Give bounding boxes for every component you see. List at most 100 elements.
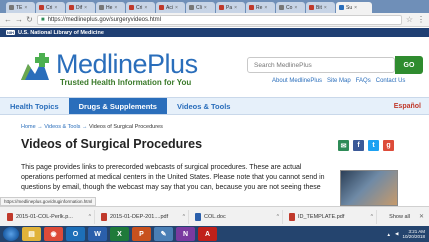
chrome-icon[interactable]: ◉ [44,227,63,241]
logo-tagline: Trusted Health Information for You [60,78,192,87]
onenote-icon[interactable]: N [176,227,195,241]
breadcrumb-section[interactable]: Videos & Tools [44,124,80,130]
chevron-up-icon[interactable]: ^ [277,214,279,220]
browser-tab-label: Cri [136,4,143,11]
pdf-file-icon [289,212,295,221]
go-button[interactable]: GO [395,56,423,74]
clock-date: 10/20/2018 [402,234,425,239]
acrobat-icon[interactable]: A [198,227,217,241]
chevron-up-icon[interactable]: ^ [371,214,373,220]
breadcrumb-current: Videos of Surgical Procedures [88,124,163,130]
forward-icon[interactable]: → [15,15,23,24]
email-share-icon[interactable]: ✉ [338,140,349,151]
page-icon [249,5,254,10]
show-all-downloads-button[interactable]: Show all [383,214,416,220]
close-tab-icon[interactable]: × [234,5,237,11]
close-tab-icon[interactable]: × [84,5,87,11]
address-bar[interactable]: ■ https://medlineplus.gov/surgeryvideos.… [37,14,402,25]
close-tab-icon[interactable]: × [114,5,117,11]
system-tray: ▲ ◀ 3:21 AM 10/20/2018 [387,229,429,239]
close-tab-icon[interactable]: × [175,5,178,11]
share-icons: ✉ f t g [338,140,394,151]
download-item[interactable]: ID_TEMPLATE.pdf ^ [286,209,377,224]
close-tab-icon[interactable]: × [324,5,327,11]
nih-seal-icon: NIH [6,30,15,35]
browser-tab[interactable]: Bit × [306,2,335,13]
bookmark-star-icon[interactable]: ☆ [406,15,413,24]
browser-tab-label: Su [346,4,353,11]
logo-title[interactable]: MedlinePlus [56,51,198,78]
utility-link[interactable]: FAQs [356,78,371,84]
clock[interactable]: 3:21 AM 10/20/2018 [402,229,425,239]
browser-tab[interactable]: Pa × [216,2,245,13]
close-tab-icon[interactable]: × [354,5,357,11]
browser-tab[interactable]: Aci × [156,2,185,13]
page-icon [159,5,164,10]
download-filename: ID_TEMPLATE.pdf [298,213,345,220]
breadcrumb-separator: → [37,124,43,130]
close-tab-icon[interactable]: × [144,5,147,11]
google-plus-share-icon[interactable]: g [383,140,394,151]
download-item[interactable]: COL.doc ^ [192,209,283,224]
nav-item[interactable]: Videos & Tools [167,98,240,114]
breadcrumb-home[interactable]: Home [21,124,36,130]
chevron-up-icon[interactable]: ^ [183,214,185,220]
browser-tab[interactable]: TE × [6,2,35,13]
twitter-share-icon[interactable]: t [368,140,379,151]
close-tab-icon[interactable]: × [24,5,27,11]
download-item[interactable]: 2015-01-COL-Perlk.p... ^ [4,209,95,224]
page-icon [99,5,104,10]
utility-link[interactable]: Contact Us [376,78,406,84]
network-icon[interactable]: ▲ [387,232,391,237]
page-icon [189,5,194,10]
facebook-share-icon[interactable]: f [353,140,364,151]
file-explorer-icon[interactable]: ▤ [22,227,41,241]
utility-link[interactable]: About MedlinePlus [272,78,322,84]
browser-tab[interactable]: Su × [336,2,372,13]
utility-link[interactable]: Site Map [327,78,351,84]
excel-icon[interactable]: X [110,227,129,241]
powerpoint-icon[interactable]: P [132,227,151,241]
close-tab-icon[interactable]: × [204,5,207,11]
close-tab-icon[interactable]: × [54,5,57,11]
medlineplus-logo-icon[interactable] [19,52,51,82]
browser-tab[interactable]: Dif × [66,2,95,13]
download-item[interactable]: 2015-01-DEP-201....pdf ^ [98,209,189,224]
medlineplus-icon [339,5,344,10]
video-thumbnail[interactable] [340,170,398,206]
close-tab-icon[interactable]: × [294,5,297,11]
download-filename: 2015-01-DEP-201....pdf [110,213,169,220]
nav-item[interactable]: Health Topics [0,98,69,114]
browser-tab-label: Re [256,4,263,11]
browser-tab-strip: TE × Cri × Dif × He × Cri × Aci × Cli × Pa × Re × Co × Bit × S… [0,0,429,13]
browser-tab[interactable]: Co × [276,2,305,13]
page-icon [279,5,284,10]
outlook-icon[interactable]: O [66,227,85,241]
browser-tab[interactable]: Cri × [36,2,65,13]
reload-icon[interactable]: ↻ [26,15,33,24]
chevron-up-icon[interactable]: ^ [89,214,91,220]
close-tab-icon[interactable]: × [264,5,267,11]
search-input[interactable]: Search MedlinePlus [247,57,395,73]
browser-tab[interactable]: Re × [246,2,275,13]
nav-items: Health Topics Drugs & Supplements Videos &… [0,98,240,114]
browser-tab[interactable]: Cli × [186,2,215,13]
back-icon[interactable]: ← [4,15,12,24]
breadcrumb-separator: → [81,124,88,130]
browser-menu-icon[interactable]: ⋮ [417,15,425,24]
browser-tab[interactable]: Cri × [126,2,155,13]
browser-tab-label: Bit [316,4,322,11]
paint-icon[interactable]: ✎ [154,227,173,241]
url-text: https://medlineplus.gov/surgeryvideos.ht… [47,16,162,23]
page-icon [129,5,134,10]
browser-tab[interactable]: He × [96,2,125,13]
nav-item[interactable]: Drugs & Supplements [68,98,167,114]
word-icon[interactable]: W [88,227,107,241]
espanol-link[interactable]: Español [394,98,429,114]
close-icon[interactable]: ✕ [419,213,429,220]
breadcrumb: Home → Videos & Tools → Videos of Surgic… [21,124,163,130]
browser-tab-label: Dif [76,4,83,11]
volume-icon[interactable]: ◀ [395,231,398,237]
gov-banner-label[interactable]: U.S. National Library of Medicine [18,30,104,36]
start-button[interactable] [3,227,19,241]
